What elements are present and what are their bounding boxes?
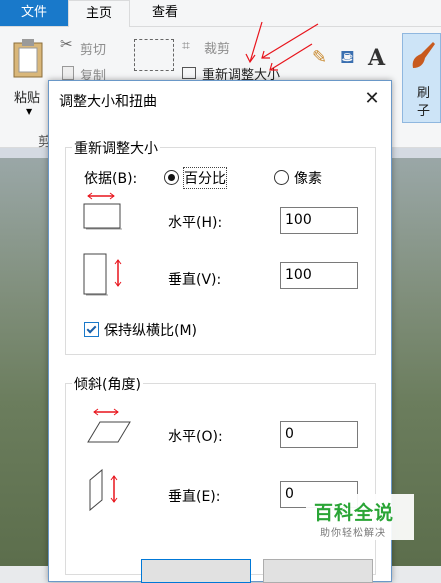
skew-vertical-label: 垂直(E): (168, 489, 221, 505)
resize-vertical-input[interactable]: 100 (280, 262, 358, 289)
watermark-subtitle: 助你轻松解决 (320, 528, 386, 539)
keep-ratio-label[interactable]: 保持纵横比(M) (104, 320, 197, 340)
percent-radio-label[interactable]: 百分比 (183, 167, 227, 189)
copy-icon (62, 66, 74, 80)
tab-file[interactable]: 文件 (0, 0, 68, 26)
cancel-button[interactable] (263, 559, 373, 583)
pixels-radio[interactable] (274, 170, 289, 185)
clipboard-icon (13, 39, 43, 78)
tab-view[interactable]: 查看 (134, 0, 196, 26)
brush-label-bottom: 子 (417, 104, 431, 119)
skew-horizontal-input[interactable]: 0 (280, 421, 358, 448)
cut-label: 剪切 (80, 43, 107, 58)
ribbon-tabbar: 文件 主页 查看 (0, 0, 441, 27)
close-icon[interactable]: ✕ (361, 89, 383, 111)
fill-icon[interactable]: ⛾ (340, 47, 355, 71)
pencil-icon[interactable]: ✎ (312, 47, 327, 68)
brush-icon (412, 42, 435, 68)
select-button[interactable] (134, 39, 174, 71)
resize-group: 重新调整大小 依据(B): 百分比 像素 水平(H): 100 垂直(V): 1… (65, 138, 376, 355)
scissors-icon: ✂ (60, 35, 73, 53)
vertical-skew-icon (89, 468, 118, 512)
resize-group-title: 重新调整大小 (72, 138, 160, 158)
brush-label-top: 刷 (417, 86, 431, 101)
skew-group: 倾斜(角度) 水平(O): 0 垂直(E): 0 (65, 374, 376, 575)
pixels-radio-label[interactable]: 像素 (294, 168, 322, 188)
vertical-resize-icon (83, 253, 122, 296)
brushes-button[interactable]: 刷 子 (402, 33, 441, 123)
horizontal-skew-icon (87, 408, 131, 443)
resize-vertical-label: 垂直(V): (168, 272, 222, 288)
tab-home[interactable]: 主页 (68, 0, 130, 27)
watermark: 百科全说 助你轻松解决 (306, 494, 414, 540)
crop-icon: ⌗ (182, 38, 190, 54)
percent-radio[interactable] (164, 170, 179, 185)
crop-label: 裁剪 (204, 42, 231, 57)
resize-horizontal-input[interactable]: 100 (280, 207, 358, 234)
skew-horizontal-label: 水平(O): (168, 429, 223, 445)
cut-button[interactable]: ✂ 剪切 (60, 35, 116, 58)
ok-button[interactable] (141, 559, 251, 583)
horizontal-resize-icon (83, 192, 122, 230)
skew-group-title: 倾斜(角度) (72, 374, 143, 394)
basis-label: 依据(B): (84, 171, 138, 187)
text-icon[interactable]: A (368, 45, 385, 71)
paste-button[interactable]: 粘贴 ▼ (6, 33, 50, 125)
chevron-down-icon: ▼ (26, 107, 33, 116)
crop-button[interactable]: ⌗ 裁剪 (182, 37, 242, 57)
dialog-title: 调整大小和扭曲 (59, 94, 157, 110)
paste-label: 粘贴 (14, 91, 41, 106)
keep-ratio-checkbox[interactable] (84, 322, 99, 337)
resize-icon (182, 67, 196, 79)
resize-horizontal-label: 水平(H): (168, 215, 223, 231)
watermark-title: 百科全说 (314, 502, 395, 524)
